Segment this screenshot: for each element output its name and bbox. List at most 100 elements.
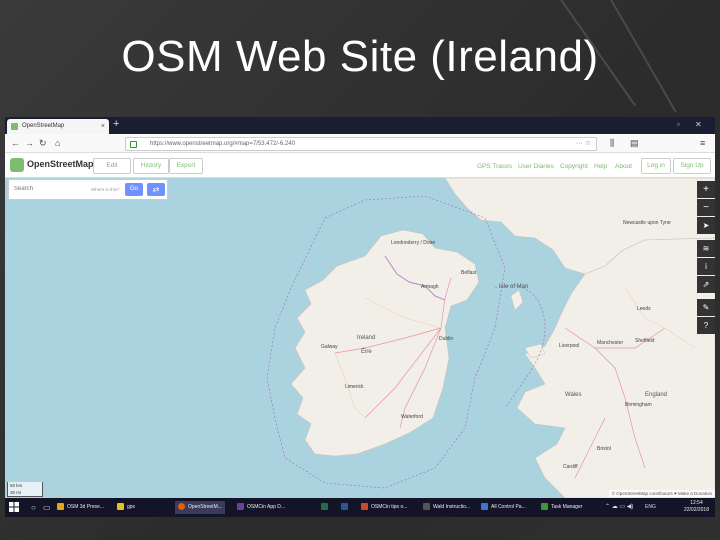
- map-attribution[interactable]: © OpenStreetMap contributors ♥ Make a Do…: [608, 490, 715, 497]
- taskbar-clock[interactable]: 12:54 22/02/2018: [684, 500, 709, 514]
- map-label-galway: Galway: [321, 344, 338, 350]
- user-diaries-link[interactable]: User Diaries: [518, 163, 554, 170]
- taskbar-item[interactable]: OSMCin tips o...: [361, 501, 407, 514]
- taskbar-item-label: All Control Pa...: [491, 504, 526, 510]
- map-label-isle-of-man: Isle of Man: [499, 284, 529, 290]
- navigation-bar: ← → ↻ ⌂ https://www.openstreetmap.org/#m…: [5, 134, 715, 153]
- map-label-dublin: Dublin: [439, 336, 454, 342]
- tab-strip: OpenStreetMap × + ▫ ✕: [5, 117, 715, 134]
- go-button[interactable]: Go: [125, 183, 143, 196]
- map-label-belfast: Belfast: [461, 270, 477, 276]
- map-label-eire: Éire: [361, 349, 372, 355]
- map-label-londonderry: Londonderry / Doire: [391, 240, 436, 246]
- locate-icon[interactable]: ➤: [697, 217, 715, 234]
- map-view[interactable]: Londonderry / Doire Belfast Armagh Irela…: [5, 178, 715, 498]
- osm-logo-text[interactable]: OpenStreetMap: [27, 159, 94, 169]
- signup-button[interactable]: Sign Up: [673, 158, 711, 174]
- taskbar-item-label: OSMCin App D...: [247, 504, 286, 510]
- scale-bar: 50 km 30 mi: [7, 482, 43, 497]
- browser-screenshot: OpenStreetMap × + ▫ ✕ ← → ↻ ⌂ https://ww…: [5, 117, 715, 517]
- taskbar-item[interactable]: All Control Pa...: [481, 501, 526, 514]
- scale-mi: 30 mi: [10, 490, 22, 495]
- folder-icon: [57, 503, 64, 511]
- map-label-england: England: [645, 392, 668, 398]
- login-button[interactable]: Log in: [641, 158, 671, 174]
- taskbar-item[interactable]: Task Manager: [541, 501, 582, 514]
- url-text: https://www.openstreetmap.org/#map=7/53.…: [150, 141, 295, 147]
- taskbar-item-label: OSM 3d Prese...: [67, 504, 104, 510]
- osm-logo-icon[interactable]: [10, 158, 24, 172]
- taskbar-item-label: OpenStreetM...: [188, 504, 222, 510]
- tab-close-icon[interactable]: ×: [101, 119, 105, 134]
- folder-icon: [117, 503, 124, 511]
- task-view-icon[interactable]: ▭: [43, 503, 51, 512]
- taskbar-item-label: gpx: [127, 504, 136, 510]
- taskbar-item-label: Task Manager: [551, 504, 583, 510]
- directions-icon[interactable]: ⇄: [147, 183, 165, 196]
- history-button[interactable]: History: [133, 158, 169, 174]
- taskbar-item[interactable]: OpenStreetM...: [175, 501, 225, 514]
- home-icon[interactable]: ⌂: [55, 137, 60, 149]
- zoom-out-button[interactable]: −: [697, 199, 715, 216]
- search-panel: Where is this? Go ⇄: [8, 179, 168, 200]
- export-button[interactable]: Export: [169, 158, 203, 174]
- isle-of-man-landmass: [510, 289, 524, 311]
- task-manager-icon: [541, 503, 548, 511]
- tab-title: OpenStreetMap: [22, 123, 65, 129]
- url-bar[interactable]: https://www.openstreetmap.org/#map=7/53.…: [125, 137, 597, 151]
- sidebar-icon[interactable]: ▤: [630, 137, 639, 149]
- edit-button[interactable]: Edit: [93, 158, 131, 174]
- taskbar-item-label: Wald Instructio...: [433, 504, 471, 510]
- taskbar-item[interactable]: [321, 501, 331, 514]
- browser-tab[interactable]: OpenStreetMap ×: [7, 119, 109, 134]
- close-window-icon[interactable]: ✕: [695, 120, 702, 129]
- taskbar-item[interactable]: gpx: [117, 501, 135, 514]
- system-tray-icons[interactable]: ⌃ ☁ ▭ ◀): [605, 503, 633, 510]
- windows-start-icon[interactable]: [9, 502, 19, 512]
- new-tab-button[interactable]: +: [113, 118, 119, 130]
- taskbar-item[interactable]: OSMCin App D...: [237, 501, 285, 514]
- taskbar-item[interactable]: Wald Instructio...: [423, 501, 470, 514]
- page-actions-icon[interactable]: ··· ☆: [576, 138, 591, 150]
- layers-icon[interactable]: ≋: [697, 240, 715, 257]
- scale-km: 50 km: [10, 483, 23, 488]
- search-icon[interactable]: ○: [31, 503, 36, 512]
- about-link[interactable]: About: [615, 163, 632, 170]
- help-link[interactable]: Help: [594, 163, 607, 170]
- map-label-newcastle: Newcastle upon Tyne: [623, 220, 671, 226]
- map-label-cardiff: Cardiff: [563, 464, 578, 470]
- map-label-sheffield: Sheffield: [635, 338, 655, 344]
- excel-icon: [321, 503, 328, 511]
- clock-time: 12:54: [690, 500, 703, 506]
- map-label-wales: Wales: [565, 392, 582, 398]
- windows-taskbar: ○ ▭ OSM 3d Prese... gpx OpenStreetM... O…: [5, 498, 715, 517]
- add-note-icon[interactable]: ✎: [697, 299, 715, 316]
- reload-icon[interactable]: ↻: [39, 137, 47, 149]
- word-icon: [341, 503, 348, 511]
- query-features-icon[interactable]: ?: [697, 317, 715, 334]
- copyright-link[interactable]: Copyright: [560, 163, 588, 170]
- great-britain-landmass: [516, 237, 715, 498]
- share-icon[interactable]: ⇗: [697, 276, 715, 293]
- map-label-limerick: Limerick: [345, 384, 364, 390]
- info-icon[interactable]: i: [697, 258, 715, 275]
- visual-studio-icon: [237, 503, 244, 511]
- language-indicator[interactable]: ENG: [645, 504, 656, 510]
- where-is-this-link[interactable]: Where is this?: [91, 187, 120, 192]
- taskbar-item[interactable]: OSM 3d Prese...: [57, 501, 104, 514]
- gps-traces-link[interactable]: GPS Traces: [477, 163, 512, 170]
- clock-date: 22/02/2018: [683, 507, 709, 513]
- map-label-manchester: Manchester: [597, 340, 624, 346]
- forward-icon[interactable]: →: [25, 137, 34, 149]
- restore-window-icon[interactable]: ▫: [677, 120, 680, 129]
- library-icon[interactable]: ⫼: [610, 137, 614, 149]
- taskbar-item[interactable]: [341, 501, 351, 514]
- osm-favicon-icon: [11, 123, 18, 130]
- osm-header: OpenStreetMap Edit History Export GPS Tr…: [5, 153, 715, 178]
- map-label-waterford: Waterford: [401, 414, 423, 420]
- back-icon[interactable]: ←: [11, 137, 20, 149]
- map-label-bristol: Bristol: [597, 446, 611, 452]
- menu-icon[interactable]: ≡: [700, 137, 705, 149]
- lock-icon: [130, 141, 137, 148]
- zoom-in-button[interactable]: +: [697, 181, 715, 198]
